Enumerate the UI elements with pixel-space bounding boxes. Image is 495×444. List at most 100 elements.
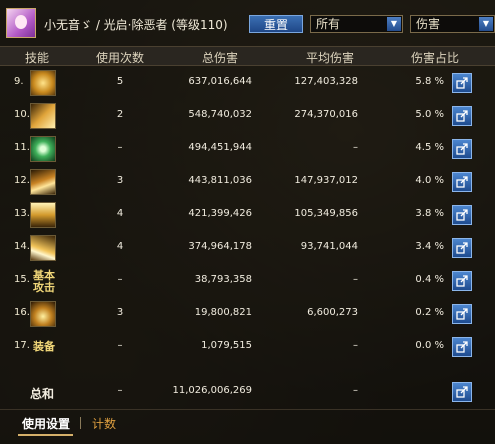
row-total: 19,800,821 (194, 307, 252, 318)
row-avg: 274,370,016 (294, 109, 358, 120)
table-row: 13. 4 421,399,426 105,349,856 3.8 % (0, 198, 495, 231)
row-total: 637,016,644 (188, 76, 252, 87)
share-icon[interactable] (452, 139, 472, 159)
spiked-crown-skill-icon (30, 301, 56, 327)
table-row: 11. – 494,451,944 – 4.5 % (0, 132, 495, 165)
row-pct: 0.2 % (415, 307, 444, 318)
table-row: 16. 3 19,800,821 6,600,273 0.2 % (0, 297, 495, 330)
row-uses: – (117, 340, 123, 351)
row-index: 10. (14, 109, 30, 120)
row-pct: 0.4 % (415, 274, 444, 285)
column-header-total: 总伤害 (201, 51, 238, 65)
row-uses: 2 (116, 109, 124, 120)
table-row: 12. 3 443,811,036 147,937,012 4.0 % (0, 165, 495, 198)
row-total: 421,399,426 (188, 208, 252, 219)
row-pct: 0.0 % (415, 340, 444, 351)
damage-stats-panel: 小无音ゞ / 光启·除恶者 (等级110) 重置 所有 ▼ 伤害 ▼ 技能 使用… (0, 0, 495, 444)
row-avg: 93,741,044 (300, 241, 358, 252)
share-icon[interactable] (452, 271, 472, 291)
skill-table-body: 9. 5 637,016,644 127,403,328 5.8 % 10. 2… (0, 66, 495, 363)
row-index: 17. (14, 340, 30, 351)
row-total: 548,740,032 (188, 109, 252, 120)
wave-slash-skill-icon (30, 235, 56, 261)
heart-sword-skill-icon (30, 103, 56, 129)
row-avg: 6,600,273 (307, 307, 358, 318)
golden-figure-skill-icon (30, 70, 56, 96)
total-avg: – (353, 385, 358, 396)
row-index: 15. (14, 274, 30, 285)
chevron-down-icon[interactable]: ▼ (387, 17, 401, 31)
metric-dropdown-value: 伤害 (416, 17, 441, 31)
table-row: 10. 2 548,740,032 274,370,016 5.0 % (0, 99, 495, 132)
row-pct: 4.5 % (415, 142, 444, 153)
total-label: 总和 (30, 387, 55, 401)
row-avg: 147,937,012 (294, 175, 358, 186)
column-header-uses: 使用次数 (95, 51, 144, 65)
share-icon[interactable] (452, 106, 472, 126)
table-row: 15. 基本攻击 – 38,793,358 – 0.4 % (0, 264, 495, 297)
row-index: 16. (14, 307, 30, 318)
row-avg: – (353, 340, 358, 351)
row-uses: 3 (116, 307, 124, 318)
row-total: 494,451,944 (188, 142, 252, 153)
row-uses: 5 (116, 76, 124, 87)
rising-blade-skill-icon (30, 202, 56, 228)
row-index: 12. (14, 175, 30, 186)
tab-usage-settings[interactable]: 使用设置 (22, 415, 70, 432)
total-uses: – (117, 385, 123, 396)
share-icon[interactable] (452, 382, 472, 402)
crescent-slash-skill-icon (30, 169, 56, 195)
reset-button[interactable]: 重置 (249, 15, 303, 33)
row-total: 38,793,358 (194, 274, 252, 285)
row-total: 374,964,178 (188, 241, 252, 252)
equipment-label: 装备 (33, 340, 55, 353)
share-icon[interactable] (452, 73, 472, 93)
metric-dropdown[interactable]: 伤害 ▼ (410, 15, 495, 33)
row-uses: – (117, 274, 123, 285)
row-uses: 4 (116, 241, 124, 252)
green-orb-skill-icon (30, 136, 56, 162)
table-row: 9. 5 637,016,644 127,403,328 5.8 % (0, 66, 495, 99)
panel-header: 小无音ゞ / 光启·除恶者 (等级110) 重置 所有 ▼ 伤害 ▼ (0, 0, 495, 44)
row-index: 9. (14, 76, 24, 87)
row-pct: 3.4 % (415, 241, 444, 252)
row-uses: 3 (116, 175, 124, 186)
share-icon[interactable] (452, 304, 472, 324)
row-total: 443,811,036 (188, 175, 252, 186)
row-pct: 3.8 % (415, 208, 444, 219)
bottom-tab-bar: 使用设置 计数 (0, 409, 495, 438)
row-index: 13. (14, 208, 30, 219)
share-icon[interactable] (452, 172, 472, 192)
column-header-skill: 技能 (24, 51, 49, 65)
share-icon[interactable] (452, 238, 472, 258)
active-tab-underline (18, 434, 73, 436)
share-icon[interactable] (452, 337, 472, 357)
filter-dropdown[interactable]: 所有 ▼ (310, 15, 403, 33)
chevron-down-icon[interactable]: ▼ (479, 17, 493, 31)
filter-dropdown-value: 所有 (316, 17, 341, 31)
row-uses: 4 (116, 208, 124, 219)
tab-divider (80, 417, 81, 429)
column-header-avg: 平均伤害 (305, 51, 354, 65)
tab-count[interactable]: 计数 (92, 415, 116, 432)
column-header-pct: 伤害占比 (410, 51, 459, 65)
row-avg: 127,403,328 (294, 76, 358, 87)
basic-attack-label: 基本攻击 (33, 269, 55, 294)
character-title: 小无音ゞ / 光启·除恶者 (等级110) (44, 18, 228, 32)
row-avg: – (353, 274, 358, 285)
row-pct: 5.0 % (415, 109, 444, 120)
row-pct: 4.0 % (415, 175, 444, 186)
row-avg: 105,349,856 (294, 208, 358, 219)
row-pct: 5.8 % (415, 76, 444, 87)
total-damage: 11,026,006,269 (172, 385, 252, 396)
table-row: 14. 4 374,964,178 93,741,044 3.4 % (0, 231, 495, 264)
row-uses: – (117, 142, 123, 153)
table-row: 17. 装备 – 1,079,515 – 0.0 % (0, 330, 495, 363)
row-index: 11. (14, 142, 30, 153)
row-avg: – (353, 142, 358, 153)
share-icon[interactable] (452, 205, 472, 225)
row-total: 1,079,515 (201, 340, 252, 351)
character-avatar (6, 8, 36, 38)
total-row: 总和 – 11,026,006,269 – (0, 371, 495, 407)
table-header: 技能 使用次数 总伤害 平均伤害 伤害占比 (0, 46, 495, 66)
